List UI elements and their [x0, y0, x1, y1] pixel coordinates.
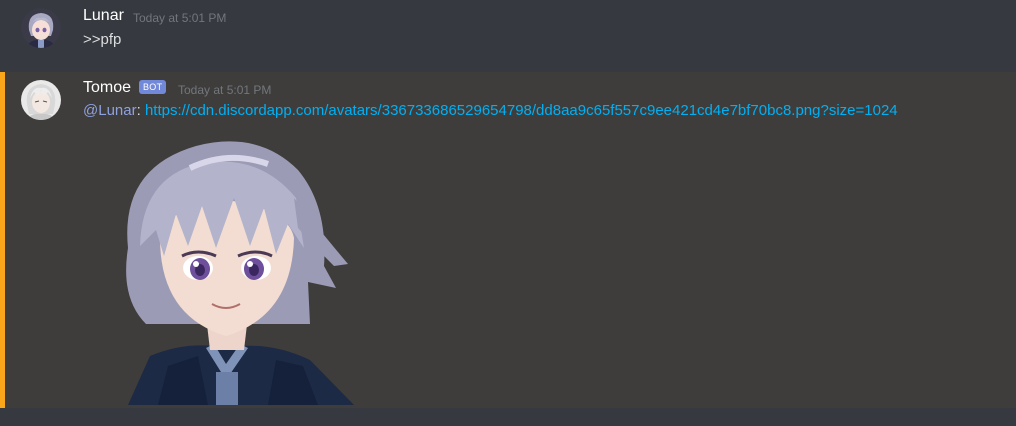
mention-highlight-bar [0, 72, 5, 408]
anime-character-image [126, 141, 354, 405]
tomoe-avatar[interactable] [21, 80, 61, 120]
embedded-image[interactable] [98, 128, 368, 405]
message-content: >>pfp [83, 31, 122, 48]
author-name[interactable]: Lunar [83, 7, 124, 25]
white-haired-avatar-icon [21, 80, 61, 120]
mention-separator: : [136, 102, 141, 119]
anime-girl-avatar-icon [21, 8, 61, 48]
user-mention[interactable]: @Lunar [83, 102, 137, 119]
chat-messages: Lunar Today at 5:01 PM >>pfp Tomoe BOT T… [0, 0, 1016, 426]
message-timestamp: Today at 5:01 PM [178, 83, 272, 97]
lunar-avatar[interactable] [21, 8, 61, 48]
avatar-url-link[interactable]: https://cdn.discordapp.com/avatars/33673… [145, 102, 898, 119]
message-content: @Lunar: https://cdn.discordapp.com/avata… [83, 101, 898, 121]
message-lunar: Lunar Today at 5:01 PM >>pfp [0, 0, 1016, 72]
chat-bottom-padding [0, 408, 1016, 426]
message-timestamp: Today at 5:01 PM [133, 11, 227, 25]
bot-badge: BOT [139, 80, 167, 94]
author-name[interactable]: Tomoe [83, 79, 131, 97]
message-tomoe: Tomoe BOT Today at 5:01 PM @Lunar: https… [0, 72, 1016, 408]
